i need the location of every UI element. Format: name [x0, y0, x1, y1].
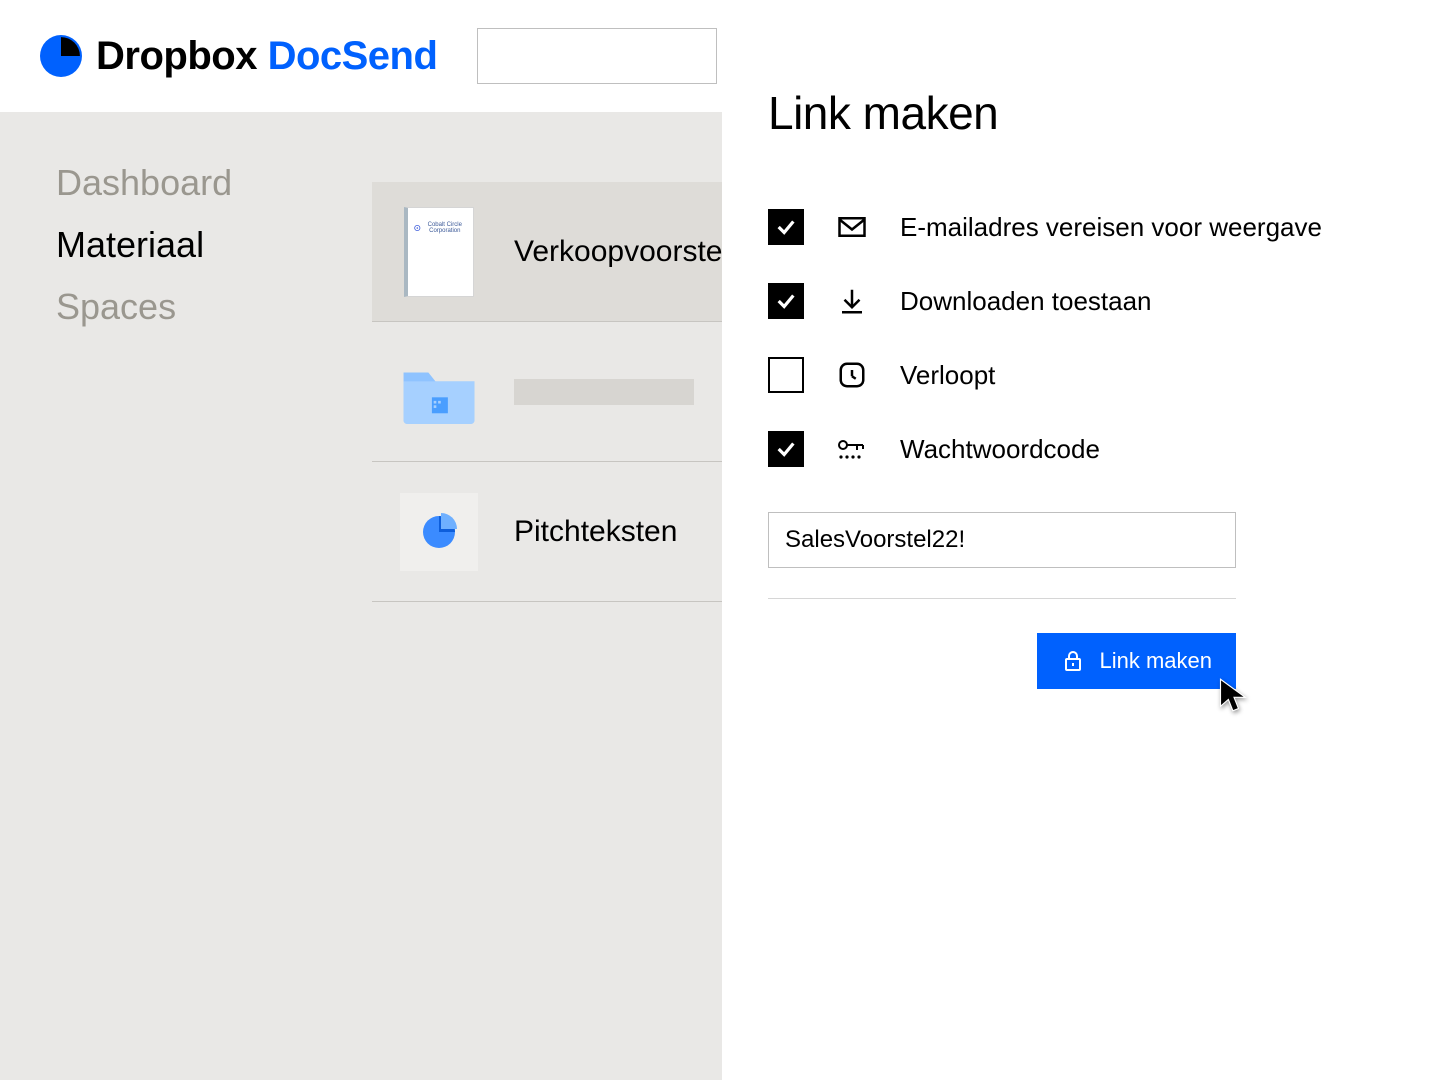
checkbox-expires[interactable] — [768, 357, 804, 393]
search-field[interactable] — [504, 45, 769, 68]
panel-title: Link maken — [768, 86, 1382, 140]
search-input[interactable] — [477, 28, 717, 84]
main-content: Cobalt Circle Corporation Verkoopvoorste… — [330, 112, 1440, 1080]
thumbnail-caption: Cobalt Circle Corporation — [423, 222, 467, 235]
sidebar-item-spaces[interactable]: Spaces — [56, 286, 330, 328]
passcode-input[interactable] — [768, 512, 1236, 568]
pie-chart-icon — [400, 493, 478, 571]
list-item-label: Pitchteksten — [514, 515, 677, 549]
create-link-button-label: Link maken — [1099, 648, 1212, 674]
document-thumbnail-icon: Cobalt Circle Corporation — [400, 213, 478, 291]
option-expires: Verloopt — [768, 338, 1382, 412]
list-item-label: Verkoopvoorstel — [514, 235, 729, 269]
cursor-icon — [1216, 677, 1252, 713]
option-label: Verloopt — [900, 360, 995, 391]
sidebar-item-materiaal[interactable]: Materiaal — [56, 224, 330, 266]
checkbox-allow-download[interactable] — [768, 283, 804, 319]
brand-logo[interactable]: Dropbox DocSend — [40, 34, 437, 79]
sidebar: Dashboard Materiaal Spaces — [0, 112, 330, 1080]
checkbox-passcode[interactable] — [768, 431, 804, 467]
option-allow-download: Downloaden toestaan — [768, 264, 1382, 338]
option-label: Downloaden toestaan — [900, 286, 1152, 317]
sidebar-item-dashboard[interactable]: Dashboard — [56, 162, 330, 204]
search-container — [477, 28, 717, 84]
create-link-button[interactable]: Link maken — [1037, 633, 1236, 689]
brand-text: Dropbox DocSend — [96, 34, 437, 79]
mail-icon — [834, 209, 870, 245]
panel-actions: Link maken — [768, 633, 1236, 689]
list-item-placeholder — [514, 379, 694, 405]
brand-docsend: DocSend — [268, 34, 438, 78]
checkbox-require-email[interactable] — [768, 209, 804, 245]
brand-dropbox: Dropbox — [96, 34, 257, 78]
link-panel: Link maken E-mailadres vereisen voor wee… — [722, 112, 1440, 1080]
clock-icon — [834, 357, 870, 393]
option-label: E-mailadres vereisen voor weergave — [900, 212, 1322, 243]
folder-icon — [400, 353, 478, 431]
key-icon — [834, 431, 870, 467]
lock-icon — [1061, 649, 1085, 673]
option-passcode: Wachtwoordcode — [768, 412, 1382, 486]
option-label: Wachtwoordcode — [900, 434, 1100, 465]
panel-divider — [768, 598, 1236, 599]
option-require-email: E-mailadres vereisen voor weergave — [768, 190, 1382, 264]
dropbox-logo-icon — [40, 35, 82, 77]
download-icon — [834, 283, 870, 319]
